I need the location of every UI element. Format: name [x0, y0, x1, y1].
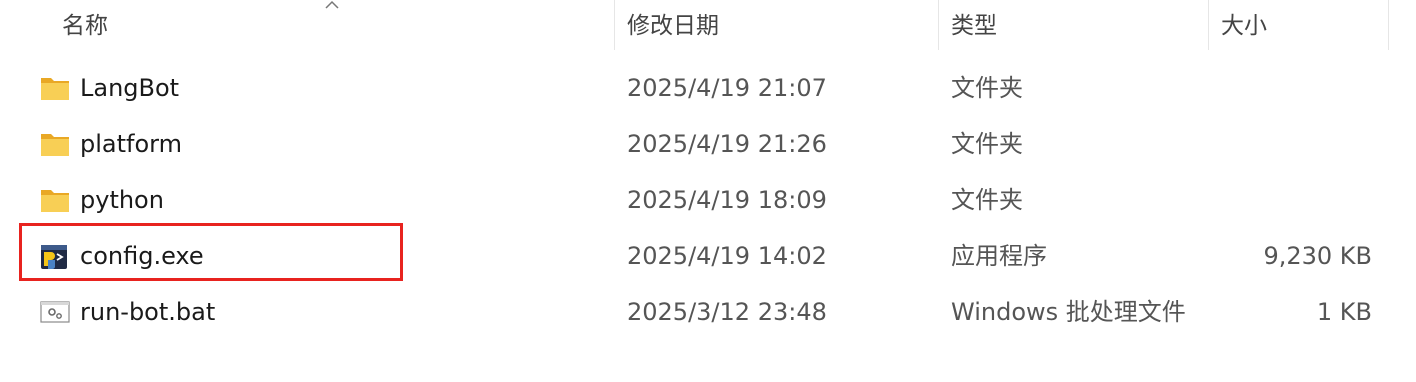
sort-ascending-icon — [325, 0, 339, 9]
file-name: platform — [80, 130, 182, 158]
column-header-size-label: 大小 — [1221, 13, 1267, 39]
file-row-platform[interactable]: platform 2025/4/19 21:26 文件夹 — [0, 116, 1416, 172]
file-size: 9,230 KB — [1263, 242, 1372, 270]
column-header-size[interactable]: 大小 — [1208, 0, 1388, 50]
column-header-type[interactable]: 类型 — [938, 0, 1208, 50]
column-header-type-label: 类型 — [951, 13, 997, 39]
file-row-python[interactable]: python 2025/4/19 18:09 文件夹 — [0, 172, 1416, 228]
file-name: run-bot.bat — [80, 298, 216, 326]
folder-icon — [41, 134, 69, 156]
column-header-bar: 名称 修改日期 类型 大小 — [0, 0, 1416, 50]
file-size: 1 KB — [1316, 298, 1372, 326]
file-row-langbot[interactable]: LangBot 2025/4/19 21:07 文件夹 — [0, 60, 1416, 116]
file-date: 2025/4/19 14:02 — [627, 242, 827, 270]
file-type: 文件夹 — [951, 74, 1023, 102]
file-date: 2025/4/19 18:09 — [627, 186, 827, 214]
file-date: 2025/4/19 21:26 — [627, 130, 827, 158]
python-exe-icon — [41, 245, 67, 270]
file-type: 文件夹 — [951, 186, 1023, 214]
column-header-date-label: 修改日期 — [627, 13, 719, 39]
file-list: LangBot 2025/4/19 21:07 文件夹 platform 202… — [0, 60, 1416, 340]
file-explorer: 名称 修改日期 类型 大小 LangBot 2025/4/19 21:07 文件… — [0, 0, 1416, 382]
file-name: LangBot — [80, 74, 180, 102]
file-row-run-bot-bat[interactable]: run-bot.bat 2025/3/12 23:48 Windows 批处理文… — [0, 284, 1416, 340]
folder-icon — [41, 190, 69, 212]
file-date: 2025/4/19 21:07 — [627, 74, 827, 102]
column-header-date[interactable]: 修改日期 — [614, 0, 938, 50]
file-row-config-exe[interactable]: config.exe 2025/4/19 14:02 应用程序 9,230 KB — [0, 228, 1416, 284]
column-header-spacer — [1388, 0, 1416, 50]
file-type: 文件夹 — [951, 130, 1023, 158]
file-type: 应用程序 — [951, 242, 1047, 270]
file-type: Windows 批处理文件 — [951, 298, 1186, 326]
file-name: config.exe — [80, 242, 204, 270]
batch-file-icon — [40, 301, 70, 323]
file-name: python — [80, 186, 164, 214]
column-header-name-label: 名称 — [62, 13, 108, 39]
folder-icon — [41, 78, 69, 100]
file-date: 2025/3/12 23:48 — [627, 298, 827, 326]
